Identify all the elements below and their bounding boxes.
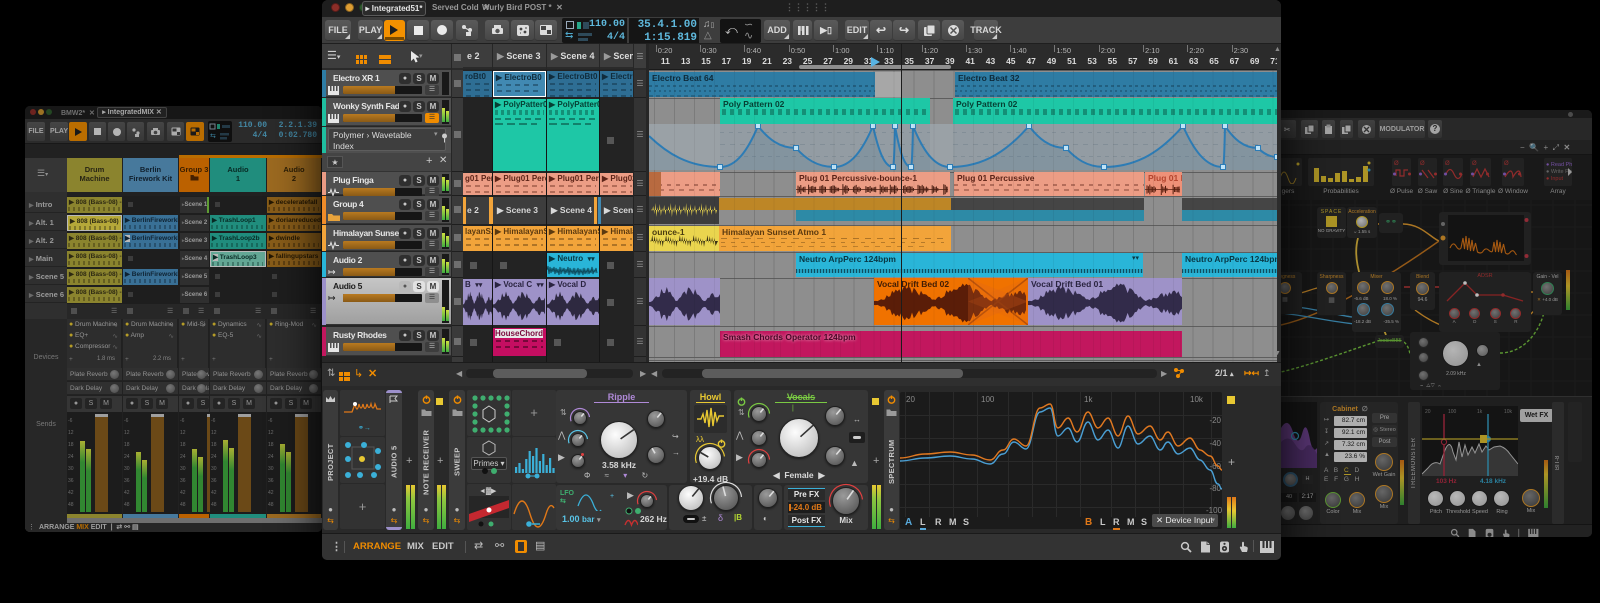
svg-text:⚭→: ⚭→ <box>358 425 371 432</box>
svg-text:+: + <box>610 493 614 500</box>
svg-text:◄▓▶: ◄▓▶ <box>479 487 497 495</box>
